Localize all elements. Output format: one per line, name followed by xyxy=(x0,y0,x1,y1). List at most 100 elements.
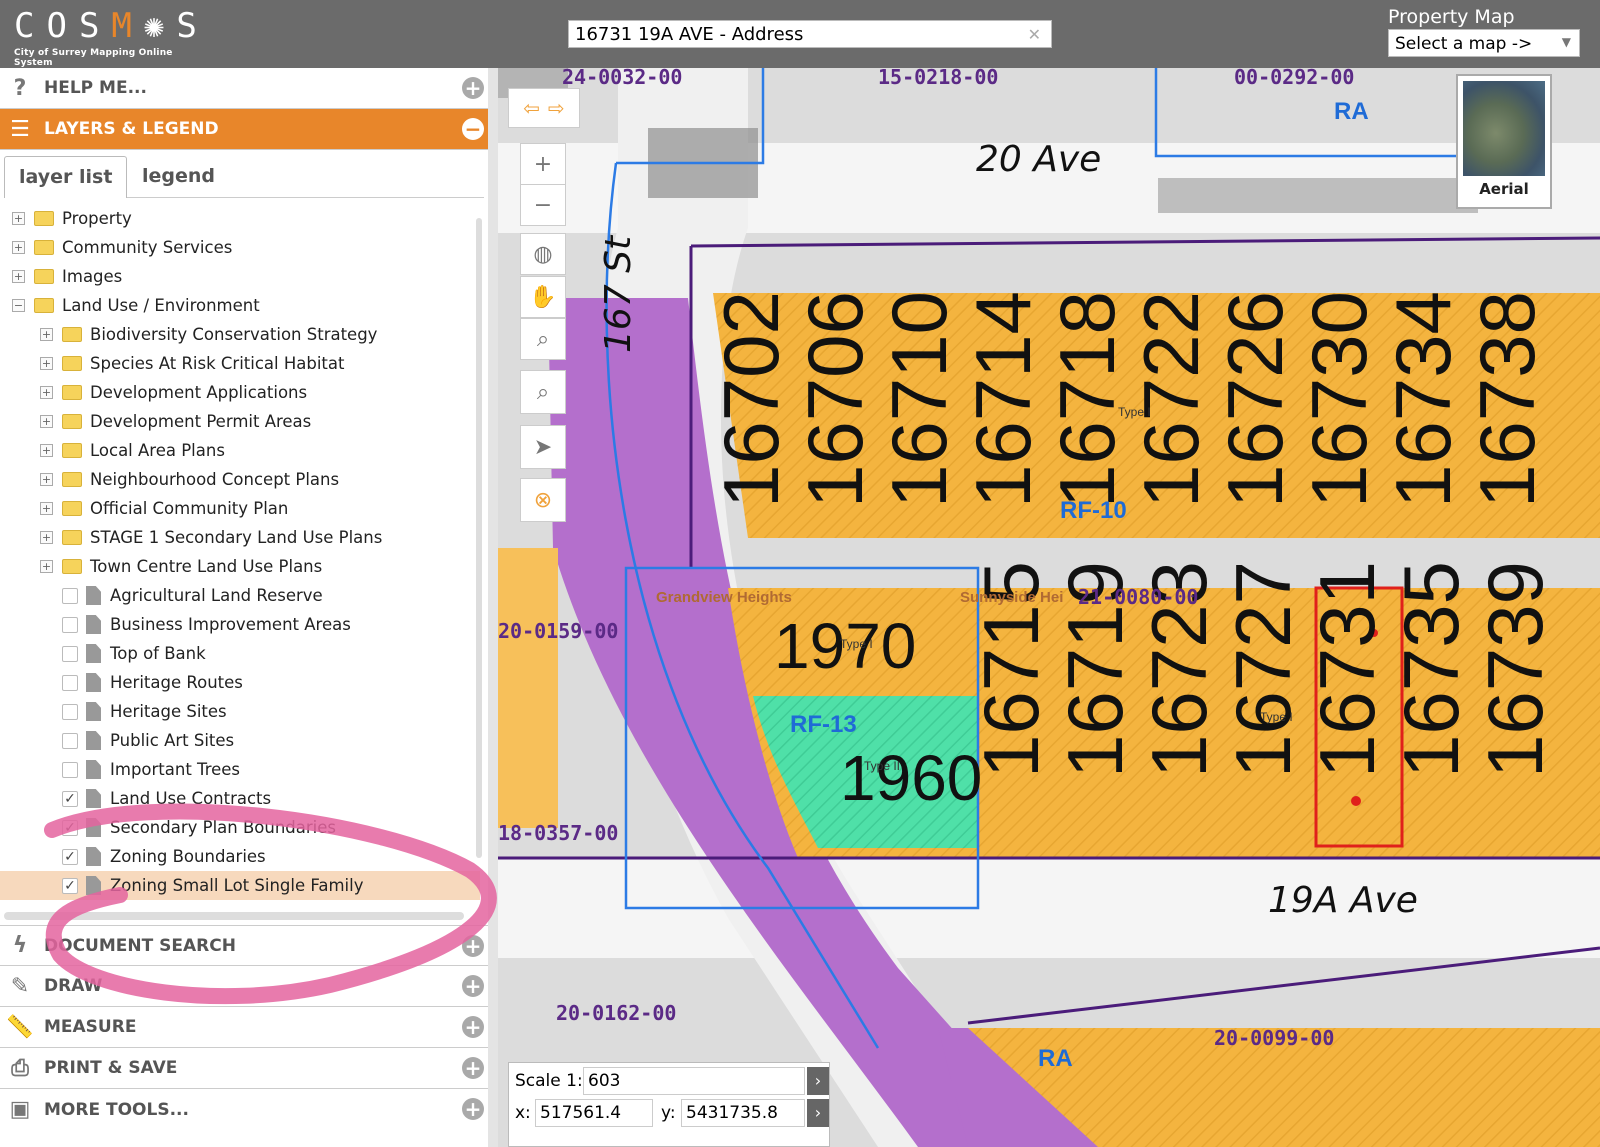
expand-icon[interactable]: + xyxy=(462,1057,484,1079)
section-help[interactable]: ? HELP ME... + xyxy=(0,68,488,109)
layer-checkbox[interactable] xyxy=(62,733,78,749)
expand-icon[interactable]: + xyxy=(462,77,484,99)
layer-checkbox[interactable] xyxy=(62,588,78,604)
expand-icon[interactable]: + xyxy=(462,975,484,997)
y-label: y: xyxy=(661,1103,676,1123)
map-canvas[interactable]: 1670216706167101671416718167221672616730… xyxy=(498,68,1600,1147)
chevron-down-icon: ▼ xyxy=(1561,35,1571,49)
layer-group[interactable]: + Neighbourhood Concept Plans xyxy=(0,465,480,494)
layer-item[interactable]: Top of Bank xyxy=(0,639,480,668)
clear-map-button[interactable]: ⊗ xyxy=(520,478,566,522)
collapse-icon[interactable]: − xyxy=(462,118,484,140)
layer-item[interactable]: Public Art Sites xyxy=(0,726,480,755)
section-more-tools[interactable]: ▣ MORE TOOLS... + xyxy=(0,1089,488,1130)
zoom-out-button[interactable]: − xyxy=(520,184,566,226)
layer-item[interactable]: ✓ Land Use Contracts xyxy=(0,784,480,813)
zoom-box-button[interactable]: ⌕ xyxy=(520,318,566,360)
expand-icon[interactable]: + xyxy=(40,473,53,486)
property-map-select[interactable]: Select a map -> ▼ xyxy=(1388,29,1580,57)
layer-item[interactable]: Business Improvement Areas xyxy=(0,610,480,639)
layer-group[interactable]: − Land Use / Environment xyxy=(0,291,480,320)
layer-checkbox[interactable] xyxy=(62,675,78,691)
aerial-basemap-toggle[interactable]: Aerial xyxy=(1456,74,1552,209)
layer-checkbox[interactable] xyxy=(62,704,78,720)
expand-icon[interactable]: + xyxy=(462,935,484,957)
expand-icon[interactable]: + xyxy=(462,1098,484,1120)
layer-checkbox[interactable]: ✓ xyxy=(62,791,78,807)
scale-go-button[interactable]: › xyxy=(807,1067,829,1095)
layer-group[interactable]: + Town Centre Land Use Plans xyxy=(0,552,480,581)
expand-icon[interactable]: + xyxy=(40,415,53,428)
layer-checkbox[interactable] xyxy=(62,617,78,633)
history-nav[interactable]: ⇦ ⇨ xyxy=(508,88,580,128)
identify-button[interactable]: ⌕ xyxy=(520,370,566,414)
cosmos-logo[interactable]: COSM✺S City of Surrey Mapping Online Sys… xyxy=(14,6,214,68)
tab-layer-list[interactable]: layer list xyxy=(4,156,128,198)
layer-item[interactable]: ✓ Secondary Plan Boundaries xyxy=(0,813,480,842)
layer-label: Zoning Small Lot Single Family xyxy=(110,876,364,895)
expand-icon[interactable]: + xyxy=(40,444,53,457)
layer-group[interactable]: + Community Services xyxy=(0,233,480,262)
expand-icon[interactable]: + xyxy=(40,531,53,544)
search-icon: ⌕ xyxy=(536,379,550,405)
pan-button[interactable]: ✋ xyxy=(520,276,566,318)
layer-group[interactable]: + Species At Risk Critical Habitat xyxy=(0,349,480,378)
tree-vertical-scrollbar[interactable] xyxy=(476,218,482,858)
collapse-icon[interactable]: − xyxy=(12,299,25,312)
arrow-right-icon[interactable]: ⇨ xyxy=(548,96,565,120)
layer-group[interactable]: + Biodiversity Conservation Strategy xyxy=(0,320,480,349)
expand-icon[interactable]: + xyxy=(40,502,53,515)
layer-item[interactable]: Heritage Routes xyxy=(0,668,480,697)
address-search-input[interactable]: 16731 19A AVE - Address ✕ xyxy=(568,20,1052,48)
tab-legend[interactable]: legend xyxy=(128,156,229,198)
x-coordinate-input[interactable]: 517561.4 xyxy=(535,1099,653,1127)
layer-group[interactable]: + STAGE 1 Secondary Land Use Plans xyxy=(0,523,480,552)
section-measure[interactable]: 📏 MEASURE + xyxy=(0,1007,488,1048)
section-draw[interactable]: ✎ DRAW + xyxy=(0,966,488,1007)
expand-icon[interactable]: + xyxy=(12,270,25,283)
expand-icon[interactable]: + xyxy=(462,1016,484,1038)
minus-icon: − xyxy=(533,192,553,218)
clear-icon[interactable]: ✕ xyxy=(1028,23,1041,47)
layer-checkbox[interactable]: ✓ xyxy=(62,878,78,894)
layer-checkbox[interactable] xyxy=(62,762,78,778)
section-layers[interactable]: ☰ LAYERS & LEGEND − xyxy=(0,109,488,150)
layer-group[interactable]: + Development Permit Areas xyxy=(0,407,480,436)
expand-icon[interactable]: + xyxy=(40,386,53,399)
arrow-left-icon[interactable]: ⇦ xyxy=(523,96,540,120)
layer-item[interactable]: ✓ Zoning Boundaries xyxy=(0,842,480,871)
map-view[interactable]: 16702 16706 16710 16714 16718 16722 16726 16730… xyxy=(498,68,1600,1147)
coordinate-go-button[interactable]: › xyxy=(807,1099,829,1127)
zoom-in-button[interactable]: + xyxy=(520,143,566,185)
question-icon: ? xyxy=(13,75,27,101)
layer-group[interactable]: + Official Community Plan xyxy=(0,494,480,523)
expand-icon[interactable]: + xyxy=(40,357,53,370)
layer-checkbox[interactable] xyxy=(62,646,78,662)
layer-item[interactable]: Agricultural Land Reserve xyxy=(0,581,480,610)
section-more-tools-label: MORE TOOLS... xyxy=(44,1099,189,1120)
layer-checkbox[interactable]: ✓ xyxy=(62,849,78,865)
section-print[interactable]: ⎙ PRINT & SAVE + xyxy=(0,1048,488,1089)
layer-group[interactable]: + Property xyxy=(0,204,480,233)
layer-item[interactable]: Heritage Sites xyxy=(0,697,480,726)
full-extent-button[interactable]: ◍ xyxy=(520,233,566,275)
layer-group[interactable]: + Local Area Plans xyxy=(0,436,480,465)
application-label: 20-0099-00 xyxy=(1214,1026,1334,1050)
layer-group[interactable]: + Development Applications xyxy=(0,378,480,407)
street-20-ave: 20 Ave xyxy=(976,139,1101,180)
layer-group[interactable]: + Images xyxy=(0,262,480,291)
locate-button[interactable]: ➤ xyxy=(520,425,566,469)
folder-icon xyxy=(62,443,82,458)
expand-icon[interactable]: + xyxy=(12,241,25,254)
y-coordinate-input[interactable]: 5431735.8 xyxy=(681,1099,805,1127)
tree-horizontal-scrollbar[interactable] xyxy=(4,912,464,920)
expand-icon[interactable]: + xyxy=(40,328,53,341)
expand-icon[interactable]: + xyxy=(12,212,25,225)
expand-icon[interactable]: + xyxy=(40,560,53,573)
layer-item[interactable]: Important Trees xyxy=(0,755,480,784)
layer-checkbox[interactable]: ✓ xyxy=(62,820,78,836)
folder-icon xyxy=(62,472,82,487)
layer-item[interactable]: ✓ Zoning Small Lot Single Family xyxy=(0,871,480,900)
section-document-search[interactable]: ϟ DOCUMENT SEARCH + xyxy=(0,925,488,966)
scale-input[interactable]: 603 xyxy=(583,1067,805,1095)
